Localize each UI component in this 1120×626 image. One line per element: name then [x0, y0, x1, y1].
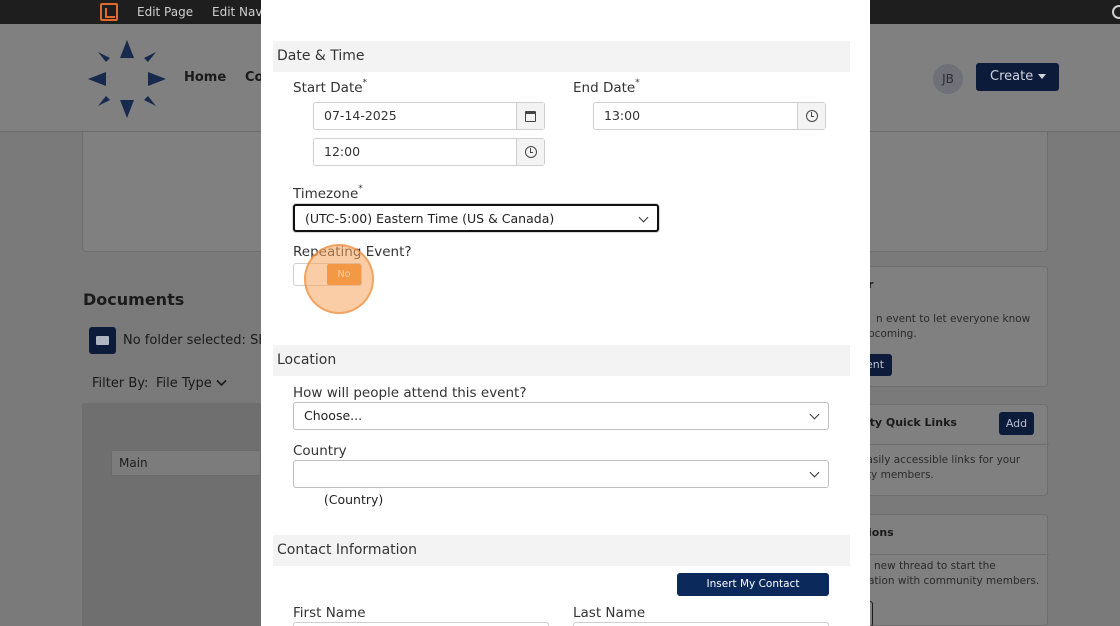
- calendar-button[interactable]: [516, 103, 544, 129]
- main-folder-tab[interactable]: Main: [111, 450, 261, 476]
- card-divider: [846, 554, 1049, 555]
- documents-panel: [82, 403, 262, 626]
- chevron-down-icon: [638, 212, 649, 223]
- start-date-input[interactable]: 07-14-2025: [313, 102, 545, 130]
- start-time-input[interactable]: 12:00: [313, 138, 545, 166]
- required-mark: *: [358, 184, 363, 194]
- site-logo-icon[interactable]: [100, 3, 118, 21]
- end-date-label-text: End Date: [573, 80, 636, 96]
- country-select[interactable]: (Country): [293, 460, 829, 507]
- contact-section-header: Contact Information: [273, 535, 850, 566]
- timezone-select[interactable]: (UTC-5:00) Eastern Time (US & Canada): [293, 204, 659, 232]
- folder-status-text: No folder selected: Sh: [123, 333, 267, 348]
- attend-label: How will people attend this event?: [293, 385, 527, 401]
- start-date-label: Start Date*: [293, 78, 368, 96]
- sidebar-card-events: r n event to let everyone know pcoming. …: [845, 266, 1048, 387]
- start-date-label-text: Start Date: [293, 80, 363, 96]
- last-name-label: Last Name: [573, 605, 646, 621]
- sidebar-card-quick-links: nity Quick Links Add easily accessible l…: [845, 404, 1049, 496]
- date-time-section-header: Date & Time: [273, 41, 850, 72]
- end-time-value: 13:00: [604, 108, 641, 123]
- click-indicator: [304, 244, 374, 314]
- sidebar-card-discussions: ions new thread to start the ation with …: [845, 514, 1049, 626]
- caret-down-icon: [1038, 74, 1047, 79]
- clock-icon: [524, 146, 537, 158]
- edit-page-link[interactable]: Edit Page: [137, 5, 193, 19]
- create-event-modal: Date & Time Start Date* End Date* 07-14-…: [261, 0, 870, 626]
- card-events-text-1: n event to let everyone know: [876, 313, 1031, 325]
- file-type-label: File Type: [156, 376, 212, 391]
- card-events-text-2: pcoming.: [868, 328, 917, 340]
- card-discussions-text-2: ation with community members.: [868, 575, 1040, 587]
- folder-open-icon: [96, 336, 109, 345]
- clock-icon: [805, 110, 818, 122]
- last-name-input[interactable]: [573, 622, 829, 626]
- attend-method-value: Choose...: [304, 408, 363, 423]
- card-divider: [846, 444, 1049, 445]
- right-top-card: [845, 132, 1048, 252]
- filter-label: Filter By:: [92, 376, 149, 391]
- start-date-value: 07-14-2025: [324, 108, 397, 123]
- card-quick-links-text-2: ity members.: [864, 469, 934, 481]
- card-quick-links-title: nity Quick Links: [858, 416, 957, 429]
- timezone-label-text: Timezone: [293, 186, 359, 202]
- end-time-clock-button[interactable]: [797, 103, 825, 129]
- avatar[interactable]: JB: [933, 64, 963, 94]
- card-discussions-title: ions: [868, 526, 894, 539]
- chevron-down-icon: [809, 409, 820, 420]
- timezone-value: (UTC-5:00) Eastern Time (US & Canada): [305, 211, 555, 226]
- create-button[interactable]: Create: [976, 63, 1059, 91]
- start-time-clock-button[interactable]: [516, 139, 544, 165]
- card-quick-links-text-1: easily accessible links for your: [860, 454, 1021, 466]
- end-time-input[interactable]: 13:00: [593, 102, 826, 130]
- start-time-value: 12:00: [324, 144, 361, 159]
- end-date-label: End Date*: [573, 78, 640, 96]
- documents-title: Documents: [83, 290, 185, 309]
- folder-button[interactable]: [89, 327, 116, 354]
- edit-navigation-link[interactable]: Edit Navi: [212, 5, 266, 19]
- timezone-label: Timezone*: [293, 184, 363, 202]
- country-label: Country: [293, 443, 347, 459]
- first-name-input[interactable]: [293, 622, 549, 626]
- required-mark: *: [635, 78, 640, 88]
- nav-home[interactable]: Home: [184, 70, 226, 85]
- calendar-icon: [525, 110, 536, 122]
- card-discussions-text-1: new thread to start the: [874, 560, 996, 572]
- compass-logo-icon[interactable]: [86, 38, 168, 120]
- first-name-label: First Name: [293, 605, 366, 621]
- required-mark: *: [362, 78, 368, 88]
- attend-method-select[interactable]: Choose...: [293, 402, 829, 430]
- country-value: (Country): [319, 492, 384, 507]
- chevron-down-icon: [809, 467, 820, 478]
- left-card: [82, 132, 282, 252]
- insert-contact-button[interactable]: Insert My Contact Information: [677, 573, 829, 613]
- settings-icon[interactable]: [1112, 5, 1120, 19]
- create-label: Create: [990, 69, 1034, 84]
- location-section-header: Location: [273, 345, 850, 376]
- chevron-down-icon: [216, 379, 227, 387]
- file-type-filter[interactable]: File Type: [156, 376, 227, 391]
- add-link-button[interactable]: Add: [999, 412, 1034, 435]
